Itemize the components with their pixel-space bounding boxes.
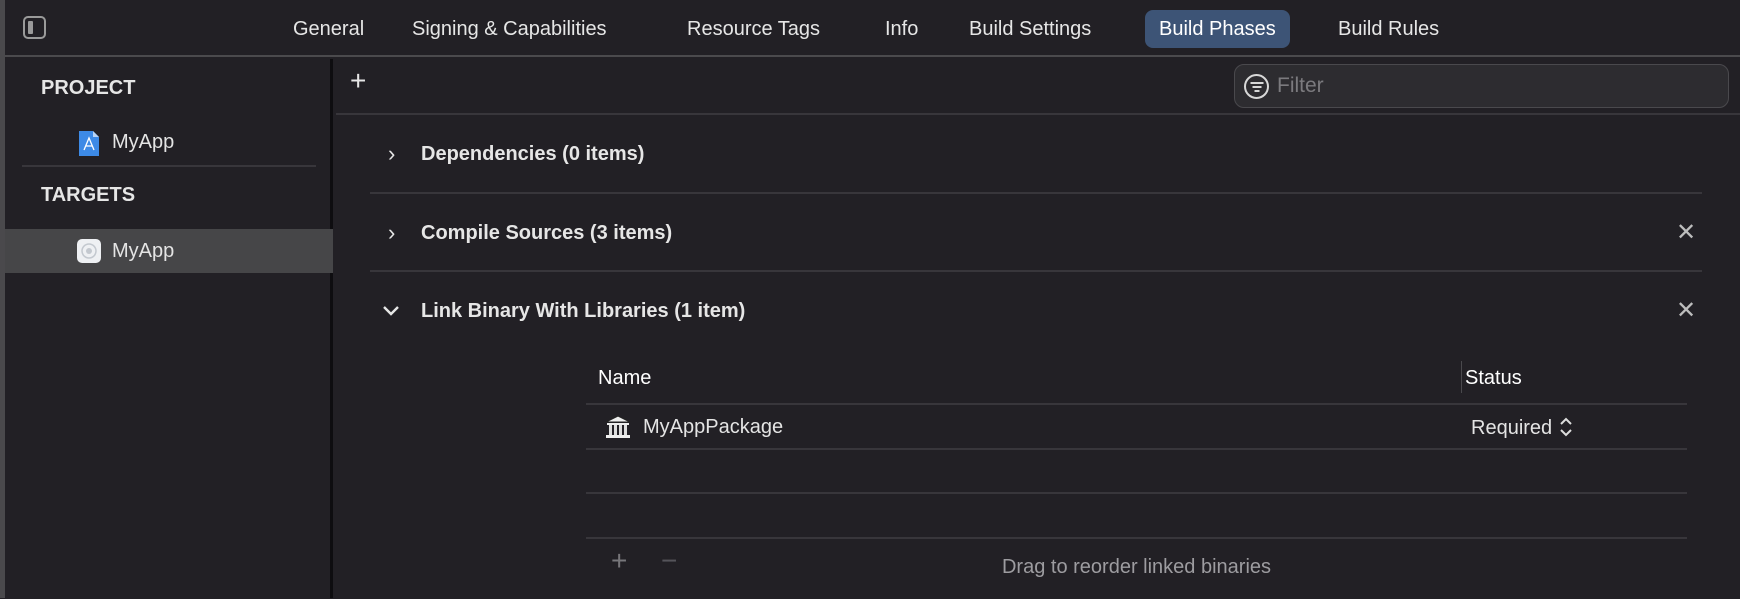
- table-row[interactable]: MyAppPackage Required: [586, 406, 1687, 448]
- tab-build-rules[interactable]: Build Rules: [1324, 10, 1453, 48]
- divider: [370, 270, 1702, 272]
- tab-bar: General Signing & Capabilities Resource …: [5, 0, 1740, 57]
- phase-compile-sources[interactable]: › Compile Sources (3 items) ✕: [370, 214, 1736, 254]
- reorder-hint: Drag to reorder linked binaries: [1001, 556, 1272, 578]
- tab-resource-tags[interactable]: Resource Tags: [673, 10, 834, 48]
- chevron-right-icon[interactable]: ›: [388, 220, 395, 246]
- filter-icon: [1244, 74, 1269, 99]
- chevron-right-icon[interactable]: ›: [388, 141, 395, 167]
- tab-build-phases[interactable]: Build Phases: [1145, 10, 1290, 48]
- delete-phase-icon[interactable]: ✕: [1676, 218, 1696, 247]
- row-divider: [586, 448, 1687, 450]
- tab-build-settings[interactable]: Build Settings: [955, 10, 1105, 48]
- app-target-icon: [77, 239, 101, 263]
- tab-signing-capabilities[interactable]: Signing & Capabilities: [398, 10, 621, 48]
- chevron-up-down-icon: [1560, 417, 1572, 437]
- filter-field[interactable]: [1234, 64, 1729, 108]
- library-icon: [605, 415, 631, 438]
- tab-general[interactable]: General: [279, 10, 378, 48]
- add-phase-button[interactable]: +: [350, 65, 366, 97]
- delete-phase-icon[interactable]: ✕: [1676, 296, 1696, 325]
- sidebar-item-project[interactable]: MyApp: [5, 120, 333, 164]
- project-header: PROJECT: [41, 77, 136, 99]
- row-divider: [586, 537, 1687, 539]
- phase-title: Link Binary With Libraries (1 item): [421, 300, 746, 322]
- row-divider: [586, 492, 1687, 494]
- project-name: MyApp: [112, 131, 175, 153]
- phase-link-binary[interactable]: Link Binary With Libraries (1 item) ✕: [370, 292, 1736, 332]
- column-header-status[interactable]: Status: [1465, 367, 1522, 390]
- phase-title: Dependencies (0 items): [421, 143, 645, 165]
- status-value: Required: [1471, 417, 1553, 439]
- phase-title: Compile Sources (3 items): [421, 222, 673, 244]
- sidebar-item-target[interactable]: MyApp: [5, 229, 333, 273]
- divider: [370, 192, 1702, 194]
- column-divider[interactable]: [1461, 361, 1462, 393]
- header-divider: [586, 403, 1687, 405]
- phase-dependencies[interactable]: › Dependencies (0 items): [370, 135, 1736, 175]
- linked-libraries-table: Name Status MyAppPackage Required + − Dr…: [586, 359, 1687, 599]
- column-header-name[interactable]: Name: [598, 367, 651, 390]
- status-select[interactable]: Required: [1471, 416, 1574, 440]
- target-name: MyApp: [112, 240, 175, 262]
- divider: [22, 165, 316, 167]
- chevron-down-icon[interactable]: [382, 304, 400, 318]
- sidebar: PROJECT MyApp TARGETS MyApp: [5, 59, 333, 598]
- toolbar-divider: [336, 113, 1740, 115]
- project-file-icon: [79, 131, 99, 156]
- sidebar-toggle-icon[interactable]: [23, 16, 46, 39]
- tab-info[interactable]: Info: [871, 10, 932, 48]
- filter-input[interactable]: [1277, 71, 1717, 101]
- build-phases-editor: + › Dependencies (0 items) › Compile Sou…: [336, 59, 1740, 598]
- library-name: MyAppPackage: [643, 416, 784, 438]
- targets-header: TARGETS: [41, 184, 136, 206]
